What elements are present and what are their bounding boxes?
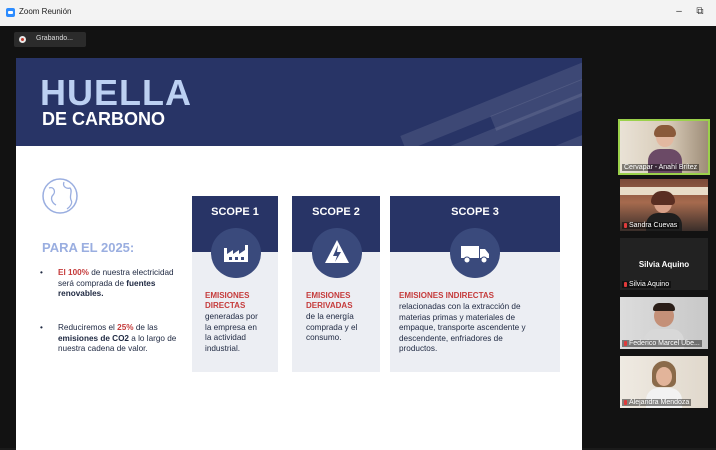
bullet-fragment: 25%: [117, 323, 134, 332]
scope-text-line: relacionadas con la extracción de: [399, 302, 521, 311]
bullet-dot: •: [40, 323, 43, 332]
scope-text-line: industrial.: [205, 343, 241, 353]
scope-text-line: la empresa en: [205, 322, 257, 332]
bullet-fragment: El 100%: [58, 268, 89, 277]
scope-text-line: la actividad: [205, 333, 246, 342]
minimize-button[interactable]: –: [672, 6, 686, 17]
muted-mic-icon: [624, 340, 627, 346]
scope-heading-line: EMISIONES: [205, 291, 250, 300]
scope-description: relacionadas con la extracción de materi…: [399, 302, 526, 355]
participant-tile[interactable]: Sandra Cuevas: [620, 179, 708, 231]
restore-button[interactable]: ⧉: [693, 6, 707, 17]
participant-hair: [651, 191, 675, 205]
muted-mic-icon: [624, 222, 627, 228]
scope-description: generadas por la empresa en la actividad…: [205, 312, 258, 354]
globe-icon: [42, 178, 78, 214]
participant-name: Silvia Aquino: [629, 281, 670, 288]
scope-heading-line: EMISIONES: [306, 291, 351, 300]
window-title: Zoom Reunión: [19, 7, 72, 16]
participant-tile[interactable]: Cervapar - Anahí Brítez: [618, 119, 710, 175]
shared-slide: HUELLA DE CARBONO PARA EL 2025: • El 100…: [16, 58, 582, 450]
recording-indicator[interactable]: Grabando...: [14, 32, 86, 47]
participant-name: Cervapar - Anahí Brítez: [622, 164, 700, 171]
scope-title: SCOPE 2: [312, 206, 360, 218]
scope-text-line: descendente, enfriadores de: [399, 333, 503, 343]
scope-text-line: empaque, transporte ascendente y: [399, 323, 526, 332]
scope-text-line: materias primas y materiales de: [399, 312, 516, 322]
bullet-fragment: Reduciremos el: [58, 323, 118, 332]
bullet-dot: •: [40, 268, 43, 277]
bullet-fragment: de las: [133, 323, 158, 332]
scope-heading: EMISIONES INDIRECTAS: [399, 291, 494, 301]
truck-icon: [450, 228, 500, 278]
participant-name: Sandra Cuevas: [629, 222, 678, 229]
scope-text-line: generadas por: [205, 312, 258, 321]
goal-heading: PARA EL 2025:: [42, 240, 135, 255]
participant-name: Alejandra Mendoza: [629, 399, 690, 406]
participant-hair: [653, 303, 675, 311]
participant-name-tag: Alejandra Mendoza: [622, 399, 692, 406]
participant-name-tag: Silvia Aquino: [622, 281, 672, 288]
lightning-icon: [312, 228, 362, 278]
scope-title: SCOPE 3: [451, 206, 499, 218]
recording-icon: [19, 36, 26, 43]
bullet-text: Reduciremos el 25% de las emisiones de C…: [58, 323, 188, 355]
slide-header: HUELLA DE CARBONO: [16, 58, 582, 146]
bullet-text: El 100% de nuestra electricidad será com…: [58, 268, 188, 300]
participant-name: Federico Marcel Ube...: [629, 340, 700, 347]
recording-label: Grabando...: [36, 35, 73, 42]
meeting-stage: Grabando... HUELLA DE CARBONO PARA EL 20…: [0, 26, 716, 450]
scope-text-line: de la energía: [306, 312, 354, 321]
muted-mic-icon: [624, 281, 627, 287]
scope-text-line: comprada y el: [306, 322, 358, 332]
scope-heading: EMISIONES DERIVADAS: [306, 291, 353, 311]
slide-title-main: HUELLA: [40, 72, 192, 113]
title-bar: Zoom Reunión – ⧉: [0, 0, 716, 27]
bullet-fragment: emisiones de CO2: [58, 333, 129, 343]
scope-heading-line: DERIVADAS: [306, 301, 353, 310]
scope-heading-line: EMISIONES INDIRECTAS: [399, 291, 494, 300]
participant-hair: [654, 125, 676, 137]
scope-heading-line: DIRECTAS: [205, 301, 246, 310]
scope-title: SCOPE 1: [211, 206, 259, 218]
zoom-app-icon: [6, 8, 15, 17]
scope-heading: EMISIONES DIRECTAS: [205, 291, 249, 311]
participant-name-center: Silvia Aquino: [638, 260, 690, 269]
participant-name-tag: Federico Marcel Ube...: [622, 340, 702, 347]
participant-name-tag: Sandra Cuevas: [622, 222, 680, 229]
participant-face: [656, 367, 672, 386]
participant-tile[interactable]: Alejandra Mendoza: [620, 356, 708, 408]
scope-text-line: productos.: [399, 344, 438, 353]
scope-text-line: consumo.: [306, 333, 342, 342]
participant-tile[interactable]: Federico Marcel Ube...: [620, 297, 708, 349]
slide-title-sub: DE CARBONO: [42, 109, 166, 129]
scope-description: de la energía comprada y el consumo.: [306, 312, 357, 344]
muted-mic-icon: [624, 399, 627, 405]
participant-tile[interactable]: Silvia Aquino Silvia Aquino: [620, 238, 708, 290]
factory-icon: [211, 228, 261, 278]
